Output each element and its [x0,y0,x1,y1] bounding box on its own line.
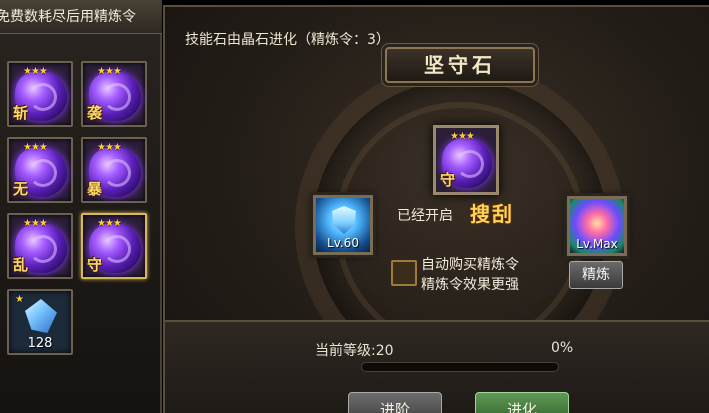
panel-title: 技能石由晶石进化（精炼令：3） [185,32,390,48]
evolve-button[interactable]: 进化 [475,392,569,413]
auto-buy-line-2: 精炼令效果更强 [421,277,519,293]
crystal-count: 128 [27,336,53,351]
inventory-header: 免费数耗尽后用精炼令 [0,0,162,34]
star-rating: ★★★ [97,218,122,229]
blue-crystal-icon [25,299,57,333]
gem-slot-6-selected[interactable]: ★★★ 守 [81,213,147,279]
max-level-icon[interactable]: Lv.Max [567,196,627,256]
crystal-slot[interactable]: ★ 128 [7,289,73,355]
shield-icon [332,206,356,234]
gem-label: 暴 [87,180,103,198]
gem-label: 斩 [13,104,29,122]
gem-slot-5[interactable]: ★★★ 乱 [7,213,73,279]
gem-label: 无 [13,180,29,198]
center-gem-frame[interactable]: ★★★ 守 [433,125,499,195]
skill-opened-label: 已经开启 [397,208,453,224]
gem-slot-3[interactable]: ★★★ 无 [7,137,73,203]
gem-slot-4[interactable]: ★★★ 暴 [81,137,147,203]
gem-slot-2[interactable]: ★★★ 袭 [81,61,147,127]
gem-label: 乱 [13,256,29,274]
star-rating: ★★★ [23,218,48,229]
skill-level-label: Lv.60 [327,236,359,250]
star-rating: ★★★ [97,66,122,77]
gem-label: 袭 [87,104,103,122]
progress-percent: 0% [551,340,574,356]
gem-inventory-panel: 免费数耗尽后用精炼令 ★★★ 斩 ★★★ 袭 ★★★ 无 ★★★ 暴 ★★★ 乱… [0,0,162,413]
skill-level-icon[interactable]: Lv.60 [313,195,373,255]
star-rating: ★★★ [23,66,48,77]
refine-button[interactable]: 精炼 [569,261,623,289]
advance-button[interactable]: 进阶 [348,392,442,413]
current-level-label: 当前等级:20 [315,343,394,359]
evolution-panel: 技能石由晶石进化（精炼令：3） 坚守石 ★★★ 守 Lv.60 已经开启 搜刮 … [163,5,709,413]
gem-label: 守 [440,171,456,189]
auto-buy-label: 自动购买精炼令 精炼令效果更强 [421,255,519,295]
gem-slot-1[interactable]: ★★★ 斩 [7,61,73,127]
star-rating: ★ [15,294,24,305]
auto-buy-checkbox[interactable] [391,260,417,286]
star-rating: ★★★ [23,142,48,153]
star-rating: ★★★ [450,131,475,142]
skill-name: 搜刮 [470,202,514,226]
star-rating: ★★★ [97,142,122,153]
max-level-label: Lv.Max [576,237,618,251]
gem-label: 守 [87,256,103,274]
auto-buy-line-1: 自动购买精炼令 [421,257,519,273]
stone-name-plate: 坚守石 [385,47,535,83]
progress-section: 当前等级:20 0% 进阶 进化 [165,320,709,413]
progress-bar [361,362,559,372]
